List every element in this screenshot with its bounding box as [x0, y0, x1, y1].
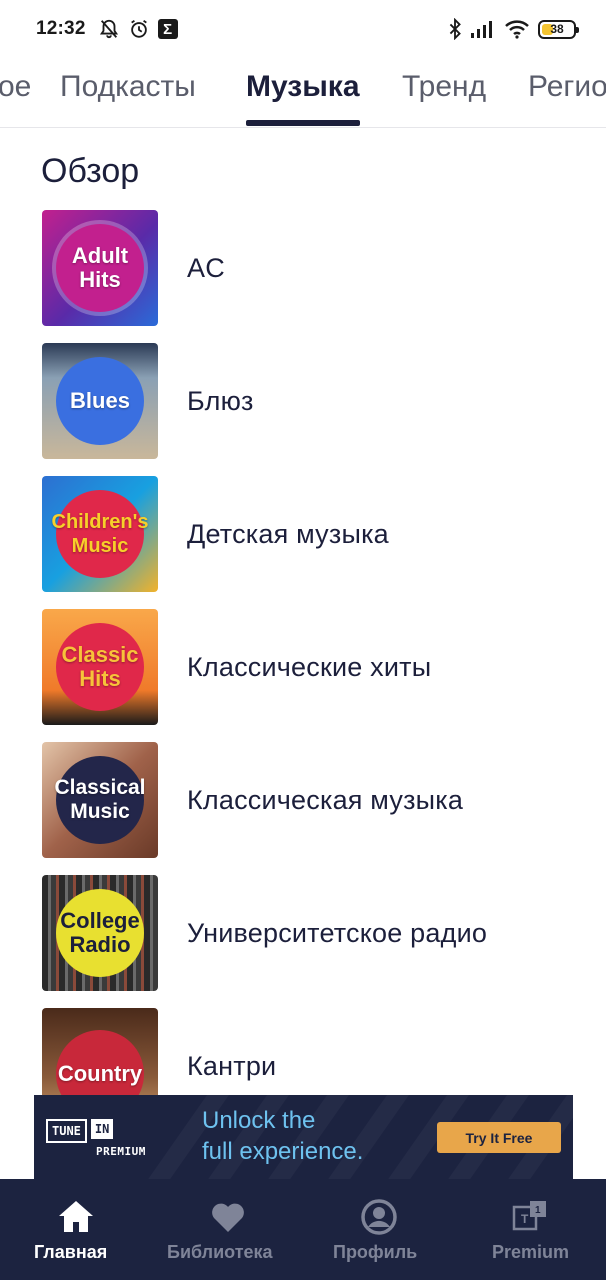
- signal-icon: [471, 21, 492, 38]
- genre-artwork-label: Classic Hits: [61, 642, 139, 691]
- svg-text:1: 1: [535, 1205, 541, 1216]
- status-bar: 12:32 Σ 38: [0, 0, 606, 58]
- battery-percent: 38: [550, 22, 564, 36]
- battery-icon: 38: [538, 19, 579, 39]
- premium-banner[interactable]: TUNE IN PREMIUM Unlock the full experien…: [34, 1095, 573, 1179]
- bluetooth-icon: [449, 18, 461, 40]
- genre-artwork-label: Blues: [70, 388, 130, 413]
- bottom-navigation: Главная Библиотека Профиль T 1 Premium: [0, 1179, 606, 1280]
- genre-name: Кантри: [187, 1050, 277, 1081]
- sigma-icon: Σ: [157, 19, 178, 39]
- try-it-free-button[interactable]: Try It Free: [437, 1122, 561, 1153]
- home-icon: [59, 1201, 93, 1232]
- nav-premium-label: Premium: [492, 1242, 570, 1262]
- tunein-premium-logo: TUNE IN PREMIUM: [46, 1119, 145, 1158]
- nav-home-label: Главная: [34, 1242, 108, 1262]
- alarm-icon: [130, 19, 147, 38]
- svg-text:T: T: [521, 1212, 529, 1226]
- nav-home[interactable]: Главная: [0, 1179, 152, 1280]
- nav-profile-label: Профиль: [333, 1242, 418, 1262]
- genre-artwork-label: College Radio: [60, 908, 140, 957]
- genre-artwork: Blues: [42, 343, 158, 459]
- genre-name: Блюз: [187, 385, 254, 416]
- nav-library-label: Библиотека: [167, 1242, 273, 1262]
- bell-off-icon: [99, 19, 118, 39]
- tab-podcasts[interactable]: Подкасты: [60, 70, 196, 104]
- genre-artwork-label: Adult Hits: [71, 243, 129, 292]
- banner-headline: Unlock the full experience.: [202, 1107, 364, 1165]
- premium-icon: T 1: [512, 1201, 546, 1231]
- genre-name: AC: [187, 252, 225, 283]
- active-tab-indicator: [246, 120, 360, 126]
- genre-row-college-radio[interactable]: College Radio Университетское радио: [0, 874, 606, 992]
- section-title: Обзор: [41, 152, 140, 190]
- tab-music[interactable]: Музыка: [246, 70, 360, 104]
- genre-artwork: Adult Hits: [42, 210, 158, 326]
- tab-regions[interactable]: Регио: [528, 70, 606, 104]
- genre-name: Классическая музыка: [187, 784, 464, 815]
- genre-artwork-label: Classical Music: [54, 776, 146, 823]
- genre-row-childrens-music[interactable]: Children's Music Детская музыка: [0, 475, 606, 593]
- nav-library[interactable]: Библиотека: [152, 1179, 304, 1280]
- wifi-icon: [505, 20, 529, 39]
- tab-previous[interactable]: ое: [0, 70, 31, 104]
- genre-row-classical-music[interactable]: Classical Music Классическая музыка: [0, 741, 606, 859]
- nav-profile[interactable]: Профиль: [304, 1179, 454, 1280]
- genre-row-blues[interactable]: Blues Блюз: [0, 342, 606, 460]
- category-tabs: ое Подкасты Музыка Тренд Регио: [0, 58, 606, 128]
- genre-artwork: Children's Music: [42, 476, 158, 592]
- genre-artwork: College Radio: [42, 875, 158, 991]
- heart-icon: [212, 1203, 244, 1232]
- genre-name: Детская музыка: [187, 518, 389, 549]
- nav-premium[interactable]: T 1 Premium: [454, 1179, 606, 1280]
- status-time: 12:32: [36, 18, 86, 39]
- profile-icon: [361, 1199, 397, 1235]
- app-screen: 12:32 Σ 38 ое Подкасты Музыка Тренд Реги…: [0, 0, 606, 1280]
- genre-row-ac[interactable]: Adult Hits AC: [0, 209, 606, 327]
- genre-artwork: Classical Music: [42, 742, 158, 858]
- genre-artwork-label: Children's Music: [51, 511, 149, 557]
- tab-trending[interactable]: Тренд: [402, 70, 486, 104]
- genre-name: Классические хиты: [187, 651, 432, 682]
- genre-row-classic-hits[interactable]: Classic Hits Классические хиты: [0, 608, 606, 726]
- genre-name: Университетское радио: [187, 917, 488, 948]
- genre-artwork: Classic Hits: [42, 609, 158, 725]
